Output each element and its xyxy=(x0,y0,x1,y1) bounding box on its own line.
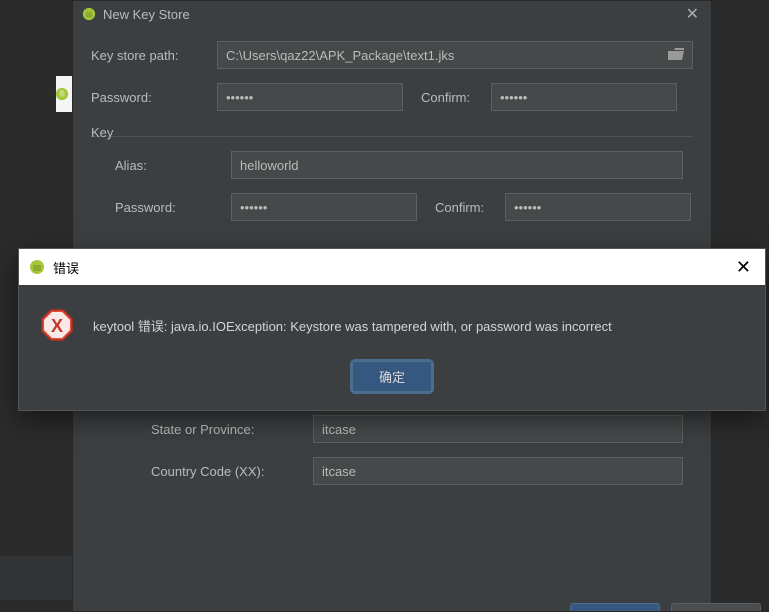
country-row: Country Code (XX): xyxy=(151,457,693,485)
close-icon[interactable]: ✕ xyxy=(682,4,703,24)
key-password-input[interactable] xyxy=(231,193,417,221)
error-dialog: 错误 ✕ X keytool 错误: java.io.IOException: … xyxy=(18,248,766,411)
android-icon xyxy=(29,259,45,275)
key-password-label: Password: xyxy=(115,200,231,215)
error-title: 错误 xyxy=(53,258,732,277)
alias-input[interactable] xyxy=(231,151,683,179)
state-row: State or Province: xyxy=(151,415,693,443)
keystore-password-row: Password: Confirm: xyxy=(91,83,693,111)
keystore-path-row: Key store path: xyxy=(91,41,693,69)
alias-row: Alias: xyxy=(115,151,693,179)
key-confirm-input[interactable] xyxy=(505,193,691,221)
password-label: Password: xyxy=(91,90,217,105)
android-icon xyxy=(55,86,69,102)
state-input[interactable] xyxy=(313,415,683,443)
keystore-password-input[interactable] xyxy=(217,83,403,111)
error-message: keytool 错误: java.io.IOException: Keystor… xyxy=(93,316,612,335)
keystore-path-input[interactable] xyxy=(218,42,660,68)
ok-button-peek[interactable] xyxy=(570,603,660,611)
android-icon xyxy=(81,6,97,22)
key-confirm-label: Confirm: xyxy=(435,200,505,215)
close-icon[interactable]: ✕ xyxy=(732,257,755,278)
dialog-title: New Key Store xyxy=(103,7,682,22)
key-password-row: Password: Confirm: xyxy=(115,193,693,221)
state-label: State or Province: xyxy=(151,422,313,437)
background-strip xyxy=(0,556,72,600)
ok-button[interactable]: 确定 xyxy=(352,361,432,392)
folder-icon[interactable] xyxy=(660,48,692,63)
cancel-button-peek[interactable] xyxy=(671,603,761,611)
error-body: X keytool 错误: java.io.IOException: Keyst… xyxy=(19,285,765,410)
keystore-confirm-input[interactable] xyxy=(491,83,677,111)
error-icon: X xyxy=(39,307,75,343)
error-titlebar: 错误 ✕ xyxy=(19,249,765,285)
svg-text:X: X xyxy=(51,316,63,336)
country-input[interactable] xyxy=(313,457,683,485)
keystore-path-label: Key store path: xyxy=(91,48,217,63)
confirm-label: Confirm: xyxy=(421,90,491,105)
country-label: Country Code (XX): xyxy=(151,464,313,479)
keystore-path-input-wrap xyxy=(217,41,693,69)
alias-label: Alias: xyxy=(115,158,231,173)
titlebar: New Key Store ✕ xyxy=(73,1,711,27)
error-message-row: X keytool 错误: java.io.IOException: Keyst… xyxy=(39,307,745,343)
